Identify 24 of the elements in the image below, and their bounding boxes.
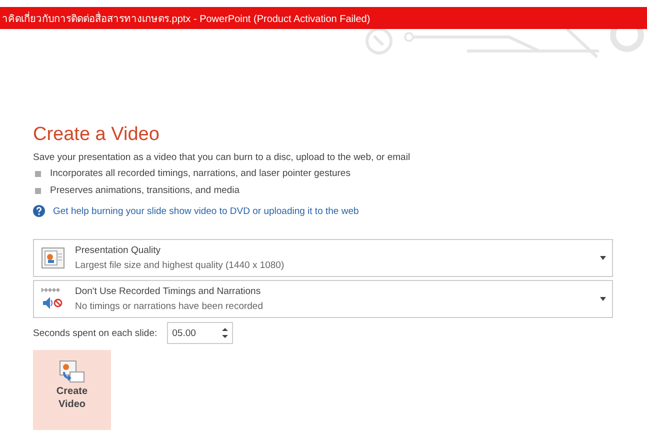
option-dropdown[interactable]: Presentation Quality Largest file size and highest quality (1440 x 1080) [33, 239, 613, 277]
create-video-button[interactable]: Create Video [33, 350, 111, 430]
dropdown-subtitle: No timings or narrations have been recorded [75, 301, 264, 312]
window-title: าคิดเกี่ยวกับการติดต่อสื่อสารทางเกษตร.pptx - PowerPoint (Product Activation Failed) [1, 10, 370, 26]
seconds-label: Seconds spent on each slide: [33, 328, 158, 338]
muted-speaker-timeline-icon [41, 287, 65, 311]
description-text: Save your presentation as a video that you can burn to a disc, upload to the web, or email [33, 152, 412, 163]
bullet-text: Preserves animations, transitions, and media [50, 185, 240, 196]
seconds-spinner[interactable]: 05.00 [167, 322, 234, 344]
dropdown-arrow-icon [600, 297, 606, 301]
help-link[interactable]: Get help burning your slide show video to DVD or uploading it to the web [53, 206, 359, 216]
dropdown-title: Presentation Quality [75, 245, 162, 256]
dropdown-subtitle: Largest file size and highest quality (1440 x 1080) [75, 260, 286, 271]
option-dropdown[interactable]: Don't Use Recorded Timings and Narrations No timings or narrations have been recorded [33, 280, 613, 318]
page-heading: Create a Video [33, 124, 160, 146]
slide-quality-icon [41, 247, 65, 269]
bullet-icon [35, 170, 41, 176]
dropdown-title: Don't Use Recorded Timings and Narrations [75, 286, 262, 297]
video-export-icon [59, 360, 85, 384]
help-icon [33, 205, 45, 217]
spinner-arrows-icon [222, 327, 228, 339]
bullet-text: Incorporates all recorded timings, narrations, and laser pointer gestures [50, 168, 350, 179]
bullet-icon [35, 188, 41, 194]
dropdown-arrow-icon [600, 256, 606, 260]
